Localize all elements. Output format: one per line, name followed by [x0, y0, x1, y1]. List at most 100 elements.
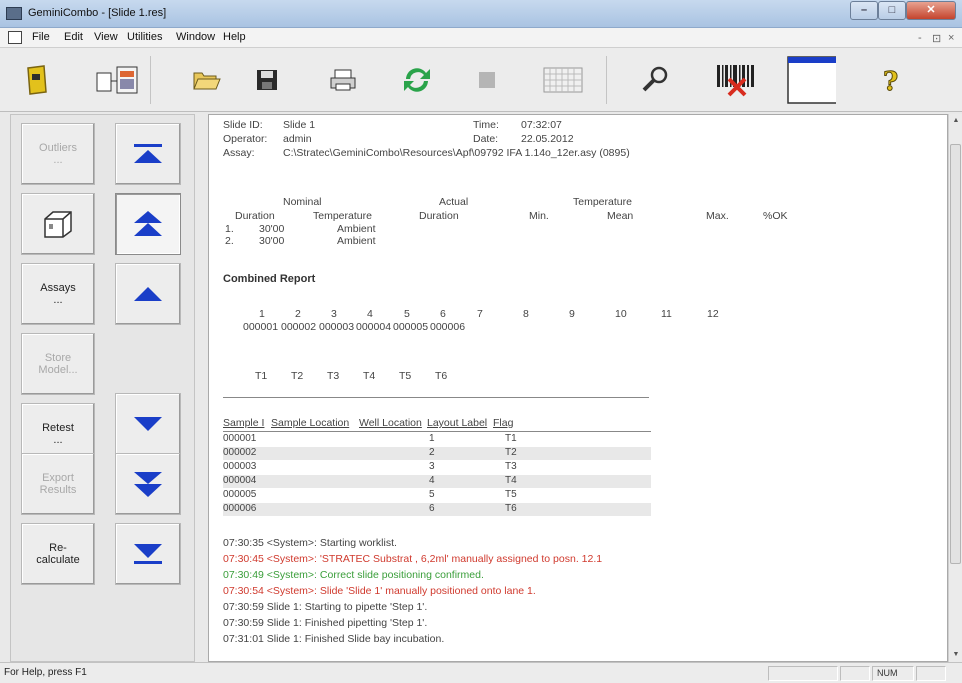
scrollbar-thumb[interactable] [950, 144, 961, 564]
plate-button[interactable] [21, 193, 95, 255]
divider [223, 397, 649, 398]
export-results-button[interactable]: Export Results [21, 453, 95, 515]
outliers-button[interactable]: Outliers... [21, 123, 95, 185]
app-icon [6, 7, 22, 20]
step-1-temperature: Ambient [337, 223, 376, 235]
ok-header: %OK [763, 210, 788, 222]
window-title: GeminiCombo - [Slide 1.res] [28, 7, 167, 19]
scroll-top-button[interactable] [115, 123, 181, 185]
grid-icon[interactable] [538, 56, 588, 104]
menu-file[interactable]: File [32, 31, 50, 43]
new-layout-icon[interactable] [92, 56, 142, 104]
barcode-icon[interactable] [712, 56, 762, 104]
scroll-down-button[interactable] [115, 393, 181, 455]
help-icon[interactable]: ? [866, 56, 916, 104]
arrow-top-icon [134, 144, 162, 163]
table-row[interactable]: 000005 5 T5 [223, 489, 651, 502]
assays-button[interactable]: Assays... [21, 263, 95, 325]
col-layout-label: Layout Label [427, 417, 488, 429]
table-row[interactable]: 000002 2 T2 [223, 447, 651, 460]
scroll-up-arrow-icon[interactable]: ▲ [949, 114, 962, 128]
scroll-down-arrow-icon[interactable]: ▼ [949, 648, 962, 662]
well-number-8: 8 [523, 308, 529, 320]
report-view[interactable]: Slide ID: Slide 1 Time: 07:32:07 Operato… [208, 114, 948, 662]
page-up-button[interactable] [115, 193, 181, 255]
svg-text:?: ? [883, 67, 898, 95]
menu-window[interactable]: Window [176, 31, 215, 43]
outliers-label: Outliers [39, 142, 77, 154]
refresh-icon[interactable] [392, 56, 442, 104]
well-sample-2: 000002 [281, 321, 317, 333]
well-sample-1: 000001 [243, 321, 279, 333]
store-model-button[interactable]: Store Model... [21, 333, 95, 395]
title-bar: GeminiCombo - [Slide 1.res] – □ ✕ [0, 0, 962, 28]
slide-id-label: Slide ID: [223, 119, 263, 131]
recalculate-button[interactable]: Re-calculate [21, 523, 95, 585]
well-number-6: 6 [440, 308, 446, 320]
col-sample-id: Sample I [223, 417, 265, 429]
vertical-scrollbar[interactable]: ▲ ▼ [948, 114, 962, 662]
recalculate-label: Re- [49, 542, 67, 554]
arrow-page-down-icon [134, 472, 162, 497]
menu-utilities[interactable]: Utilities [127, 31, 162, 43]
table-row[interactable]: 000006 6 T6 [223, 503, 651, 516]
wrench-icon[interactable] [630, 56, 680, 104]
menu-help[interactable]: Help [223, 31, 246, 43]
step-2-duration: 30'00 [259, 235, 285, 247]
save-icon[interactable] [242, 56, 292, 104]
assay-label: Assay: [223, 147, 255, 159]
status-pane-empty [916, 666, 946, 681]
well-number-2: 2 [295, 308, 301, 320]
well-number-12: 12 [707, 308, 719, 320]
close-button[interactable]: ✕ [906, 1, 956, 20]
menu-edit[interactable]: Edit [64, 31, 83, 43]
status-help-text: For Help, press F1 [4, 667, 87, 678]
well-sample-3: 000003 [319, 321, 355, 333]
well-number-5: 5 [404, 308, 410, 320]
well-number-9: 9 [569, 308, 575, 320]
plate-icon [44, 211, 72, 238]
status-bar: For Help, press F1 NUM [0, 662, 962, 683]
assays-label: Assays [40, 282, 76, 294]
slide-id-value: Slide 1 [283, 119, 316, 131]
duration-header: Duration [235, 210, 275, 222]
mdi-minimize-button[interactable]: - [918, 32, 922, 44]
col-sample-location: Sample Location [271, 417, 350, 429]
mean-header: Mean [607, 210, 634, 222]
well-number-3: 3 [331, 308, 337, 320]
print-icon[interactable] [318, 56, 368, 104]
menu-view[interactable]: View [94, 31, 118, 43]
well-number-11: 11 [661, 308, 672, 320]
col-well-location: Well Location [359, 417, 422, 429]
left-panel: Outliers... Assays... Store Model... Rete… [10, 114, 195, 662]
arrow-page-up-icon [134, 211, 162, 236]
open-icon[interactable] [12, 56, 62, 104]
operator-value: admin [283, 133, 312, 145]
arrow-up-icon [134, 287, 162, 301]
window-icon[interactable] [786, 56, 836, 104]
document-icon[interactable] [8, 31, 22, 44]
step-2-temperature: Ambient [337, 235, 376, 247]
well-number-1: 1 [259, 308, 265, 320]
assay-value: C:\Stratec\GeminiCombo\Resources\Apf\097… [283, 147, 630, 159]
table-row[interactable]: 000004 4 T4 [223, 475, 651, 488]
retest-label: Retest [42, 422, 74, 434]
table-row[interactable]: 000001 1 T1 [223, 433, 651, 446]
minimize-button[interactable]: – [850, 1, 878, 20]
mdi-close-button[interactable]: × [948, 32, 954, 44]
menu-bar: File Edit View Utilities Window Help - ⊡… [0, 28, 962, 48]
stop-icon[interactable] [462, 56, 512, 104]
well-sample-5: 000005 [393, 321, 429, 333]
page-down-button[interactable] [115, 453, 181, 515]
scroll-bottom-button[interactable] [115, 523, 181, 585]
folder-open-icon[interactable] [182, 56, 232, 104]
scroll-up-button[interactable] [115, 263, 181, 325]
well-label-5: T5 [399, 370, 412, 382]
well-label-3: T3 [327, 370, 340, 382]
step-2-number: 2. [225, 235, 234, 247]
mdi-restore-button[interactable]: ⊡ [932, 32, 941, 45]
table-row[interactable]: 000003 3 T3 [223, 461, 651, 474]
maximize-button[interactable]: □ [878, 1, 906, 20]
status-num: NUM [872, 666, 914, 681]
col-flag: Flag [493, 417, 514, 429]
